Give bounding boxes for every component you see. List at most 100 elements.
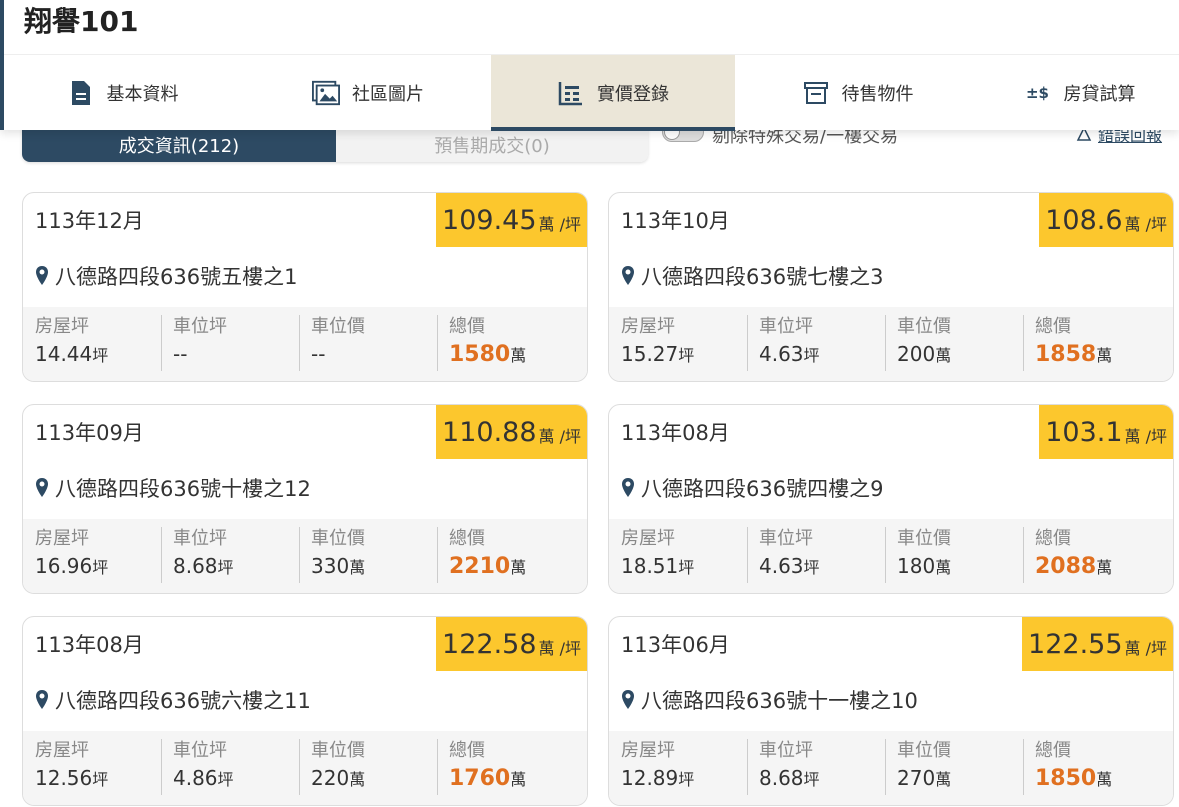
stat-value: 220萬: [311, 766, 366, 790]
stat-value: 4.63坪: [759, 342, 820, 366]
transaction-card[interactable]: 113年08月 122.58 萬 /坪 八德路四段636號六樓之11 房屋坪 1…: [22, 616, 588, 806]
loan-calc-icon: ±$: [1025, 84, 1049, 102]
stat-value: 16.96坪: [35, 554, 109, 578]
page-header: 翔譽101 基本資料 社區圖片 實價登錄 待售物件 ±$ 房貸試算: [0, 0, 1179, 131]
stats-row: 房屋坪 15.27坪 車位坪 4.63坪 車位價 200萬 總價 1858萬: [609, 307, 1173, 381]
location-pin-icon: [621, 689, 635, 711]
stat-value: 12.89坪: [621, 766, 695, 790]
transaction-list: 113年12月 109.45 萬 /坪 八德路四段636號五樓之1 房屋坪 14…: [22, 192, 1174, 806]
stat-total-price: 總價 1858萬: [1023, 315, 1161, 381]
transaction-card[interactable]: 113年08月 103.1 萬 /坪 八德路四段636號四樓之9 房屋坪 18.…: [608, 404, 1174, 594]
unit-price-badge: 108.6 萬 /坪: [1039, 193, 1173, 247]
unit-price-unit: 萬 /坪: [1124, 427, 1167, 446]
stat-label: 車位坪: [759, 528, 813, 549]
stat-house-area: 房屋坪 18.51坪: [609, 527, 747, 593]
document-icon: [67, 79, 95, 107]
stat-value: 18.51坪: [621, 554, 695, 578]
price-record-icon: [557, 79, 585, 107]
stat-total-price: 總價 2088萬: [1023, 527, 1161, 593]
left-accent-bar: [0, 0, 4, 130]
stat-label: 房屋坪: [621, 740, 675, 761]
storefront-icon: [802, 79, 830, 107]
stat-label: 總價: [1035, 316, 1071, 337]
transaction-card[interactable]: 113年12月 109.45 萬 /坪 八德路四段636號五樓之1 房屋坪 14…: [22, 192, 588, 382]
stat-parking-price: 車位價 --: [299, 315, 437, 381]
stat-value: 330萬: [311, 554, 366, 578]
address-text: 八德路四段636號六樓之11: [55, 689, 311, 713]
tab-price-record[interactable]: 實價登錄: [491, 55, 735, 131]
stat-label: 房屋坪: [621, 528, 675, 549]
stat-label: 車位價: [897, 528, 951, 549]
stat-label: 車位價: [311, 316, 365, 337]
transaction-card[interactable]: 113年06月 122.55 萬 /坪 八德路四段636號十一樓之10 房屋坪 …: [608, 616, 1174, 806]
address-text: 八德路四段636號五樓之1: [55, 265, 298, 289]
address-text: 八德路四段636號四樓之9: [641, 477, 884, 501]
stats-row: 房屋坪 12.56坪 車位坪 4.86坪 車位價 220萬 總價 1760萬: [23, 731, 587, 805]
location-pin-icon: [35, 689, 49, 711]
stat-value: --: [173, 342, 188, 366]
stat-parking-price: 車位價 330萬: [299, 527, 437, 593]
stat-parking-area: 車位坪 4.63坪: [747, 527, 885, 593]
stat-value: 180萬: [897, 554, 952, 578]
unit-price: 103.1: [1045, 416, 1123, 448]
tab-basic-info-label: 基本資料: [106, 84, 179, 105]
tab-deal-info-label: 成交資訊(212): [118, 136, 240, 157]
tab-loan-calculator[interactable]: ±$ 房貸試算: [980, 55, 1179, 131]
stat-total-price: 總價 2210萬: [437, 527, 575, 593]
address-text: 八德路四段636號七樓之3: [641, 265, 884, 289]
tab-community-photos[interactable]: 社區圖片: [245, 55, 491, 131]
unit-price-badge: 109.45 萬 /坪: [436, 193, 587, 247]
unit-price-badge: 103.1 萬 /坪: [1039, 405, 1173, 459]
stat-value: 12.56坪: [35, 766, 109, 790]
stat-parking-area: 車位坪 8.68坪: [747, 739, 885, 805]
location-pin-icon: [35, 265, 49, 287]
stat-value: 1760萬: [449, 766, 527, 791]
stat-value: 2210萬: [449, 554, 527, 579]
stat-parking-price: 車位價 200萬: [885, 315, 1023, 381]
stat-parking-area: 車位坪 4.63坪: [747, 315, 885, 381]
address-text: 八德路四段636號十樓之12: [55, 477, 311, 501]
transaction-date: 113年06月: [621, 633, 730, 657]
stat-label: 車位坪: [173, 740, 227, 761]
address-text: 八德路四段636號十一樓之10: [641, 689, 918, 713]
stat-parking-price: 車位價 220萬: [299, 739, 437, 805]
stat-value: 8.68坪: [173, 554, 234, 578]
stats-row: 房屋坪 16.96坪 車位坪 8.68坪 車位價 330萬 總價 2210萬: [23, 519, 587, 593]
image-gallery-icon: [312, 79, 340, 107]
address: 八德路四段636號五樓之1: [35, 261, 297, 291]
tab-for-sale-label: 待售物件: [841, 84, 914, 105]
stat-label: 車位坪: [173, 316, 227, 337]
unit-price-unit: 萬 /坪: [1124, 215, 1167, 234]
stat-parking-area: 車位坪 --: [161, 315, 299, 381]
stat-label: 車位坪: [759, 740, 813, 761]
address: 八德路四段636號六樓之11: [35, 685, 311, 715]
stat-total-price: 總價 1580萬: [437, 315, 575, 381]
unit-price: 110.88: [442, 416, 537, 448]
stat-house-area: 房屋坪 12.89坪: [609, 739, 747, 805]
stat-label: 車位坪: [759, 316, 813, 337]
stat-value: 1580萬: [449, 342, 527, 367]
tab-basic-info[interactable]: 基本資料: [0, 55, 245, 131]
tab-price-record-label: 實價登錄: [597, 84, 669, 105]
unit-price-unit: 萬 /坪: [538, 427, 581, 446]
transaction-card[interactable]: 113年09月 110.88 萬 /坪 八德路四段636號十樓之12 房屋坪 1…: [22, 404, 588, 594]
stat-house-area: 房屋坪 15.27坪: [609, 315, 747, 381]
stat-value: --: [311, 342, 326, 366]
transaction-card[interactable]: 113年10月 108.6 萬 /坪 八德路四段636號七樓之3 房屋坪 15.…: [608, 192, 1174, 382]
tab-for-sale[interactable]: 待售物件: [735, 55, 980, 131]
tab-presale-deals-label: 預售期成交(0): [434, 136, 550, 157]
stat-label: 車位價: [897, 316, 951, 337]
unit-price: 122.55: [1028, 628, 1123, 660]
stat-parking-price: 車位價 180萬: [885, 527, 1023, 593]
unit-price-badge: 110.88 萬 /坪: [436, 405, 587, 459]
stat-label: 車位價: [311, 740, 365, 761]
stat-label: 房屋坪: [621, 316, 675, 337]
transaction-date: 113年08月: [621, 421, 730, 445]
stat-label: 總價: [1035, 528, 1071, 549]
stat-value: 200萬: [897, 342, 952, 366]
unit-price: 109.45: [442, 204, 537, 236]
stat-value: 2088萬: [1035, 554, 1113, 579]
stat-value: 1858萬: [1035, 342, 1113, 367]
unit-price: 122.58: [442, 628, 537, 660]
unit-price-unit: 萬 /坪: [1124, 639, 1167, 658]
